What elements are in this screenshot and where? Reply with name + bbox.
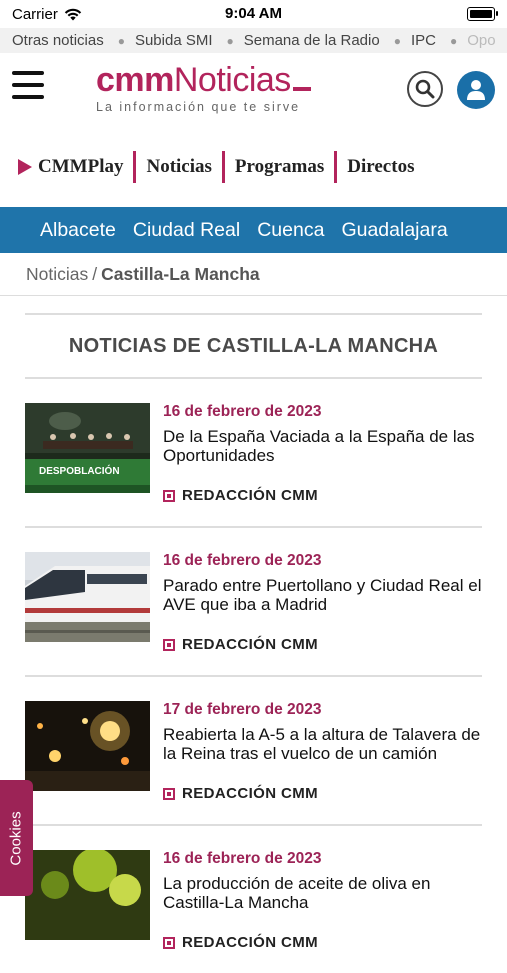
article-headline[interactable]: De la España Vaciada a la España de las … — [163, 427, 482, 465]
article-headline[interactable]: La producción de aceite de oliva en Cast… — [163, 874, 482, 912]
article-headline[interactable]: Reabierta la A-5 a la altura de Talavera… — [163, 725, 482, 763]
breadcrumb-root[interactable]: Noticias — [26, 264, 88, 285]
bullet-separator-icon: ● — [449, 33, 458, 48]
section-title: NOTICIAS DE CASTILLA-LA MANCHA — [68, 334, 439, 357]
region-cuenca[interactable]: Cuenca — [257, 219, 324, 242]
article-thumbnail[interactable] — [25, 850, 150, 940]
article-thumbnail[interactable] — [25, 701, 150, 791]
bullet-separator-icon: ● — [393, 33, 401, 48]
search-icon — [415, 79, 435, 99]
author-square-icon — [163, 787, 175, 800]
article-author: REDACCIÓN CMM — [163, 934, 482, 951]
bullet-separator-icon: ● — [117, 33, 125, 48]
ticker-item-ipc[interactable]: IPC — [411, 32, 436, 49]
user-account-button[interactable] — [457, 71, 495, 109]
article-author: REDACCIÓN CMM — [163, 487, 482, 504]
region-ciudad-real[interactable]: Ciudad Real — [133, 219, 240, 242]
logo-tagline: La información que te sirve — [96, 100, 301, 114]
article-card[interactable]: 16 de febrero de 2023 Parado entre Puert… — [25, 528, 482, 677]
article-card[interactable]: 17 de febrero de 2023 Reabierta la A-5 a… — [25, 677, 482, 826]
user-icon — [467, 80, 485, 100]
nav-item-noticias[interactable]: Noticias — [146, 156, 211, 178]
author-square-icon — [163, 489, 175, 502]
wifi-icon — [64, 8, 82, 20]
article-date: 16 de febrero de 2023 — [163, 403, 322, 420]
nav-divider — [133, 151, 137, 183]
article-card[interactable]: DESPOBLACIÓN 16 de febrero de 2023 De la… — [25, 379, 482, 528]
status-bar: Carrier 9:04 AM — [0, 0, 507, 28]
ticker-item-subida-smi[interactable]: Subida SMI — [135, 32, 213, 49]
article-date: 16 de febrero de 2023 — [163, 552, 322, 569]
author-square-icon — [163, 936, 175, 949]
nav-item-directos[interactable]: Directos — [347, 156, 414, 178]
search-button[interactable] — [407, 71, 443, 107]
svg-text:DESPOBLACIÓN: DESPOBLACIÓN — [39, 464, 120, 477]
article-list: DESPOBLACIÓN 16 de febrero de 2023 De la… — [25, 379, 482, 973]
article-thumbnail[interactable]: DESPOBLACIÓN — [25, 403, 150, 493]
article-author: REDACCIÓN CMM — [163, 785, 482, 802]
article-headline[interactable]: Parado entre Puertollano y Ciudad Real e… — [163, 576, 482, 614]
nav-item-cmmplay[interactable]: CMMPlay — [18, 156, 123, 178]
nav-divider — [221, 151, 225, 183]
ticker-item-otras-noticias[interactable]: Otras noticias — [12, 32, 104, 49]
nav-item-programas[interactable]: Programas — [235, 156, 324, 178]
site-header: cmmNoticias La información que te sirve — [0, 53, 507, 127]
main-nav: CMMPlay Noticias Programas Directos — [0, 127, 507, 207]
topic-ticker: Otras noticias ● Subida SMI ● Semana de … — [0, 28, 507, 53]
cookies-tab[interactable]: Cookies — [0, 780, 33, 896]
play-icon — [18, 159, 32, 175]
region-nav: Albacete Ciudad Real Cuenca Guadalajara — [0, 207, 507, 253]
article-date: 17 de febrero de 2023 — [163, 701, 322, 718]
battery-icon — [467, 7, 498, 21]
menu-icon[interactable] — [12, 69, 44, 101]
author-square-icon — [163, 638, 175, 651]
breadcrumb: Noticias / Castilla-La Mancha — [0, 253, 507, 296]
region-albacete[interactable]: Albacete — [40, 219, 116, 242]
article-author: REDACCIÓN CMM — [163, 636, 482, 653]
nav-divider — [334, 151, 338, 183]
bullet-separator-icon: ● — [226, 33, 234, 48]
region-guadalajara[interactable]: Guadalajara — [341, 219, 447, 242]
breadcrumb-current: Castilla-La Mancha — [101, 263, 260, 284]
section-header: NOTICIAS DE CASTILLA-LA MANCHA — [25, 313, 482, 379]
article-date: 16 de febrero de 2023 — [163, 850, 322, 867]
ticker-item-semana-radio[interactable]: Semana de la Radio — [244, 32, 380, 49]
article-thumbnail[interactable] — [25, 552, 150, 642]
carrier-label: Carrier — [12, 5, 58, 23]
ticker-item-opo[interactable]: Opo — [467, 32, 495, 49]
cmm-noticias-logo[interactable]: cmmNoticias La información que te sirve — [96, 63, 356, 114]
